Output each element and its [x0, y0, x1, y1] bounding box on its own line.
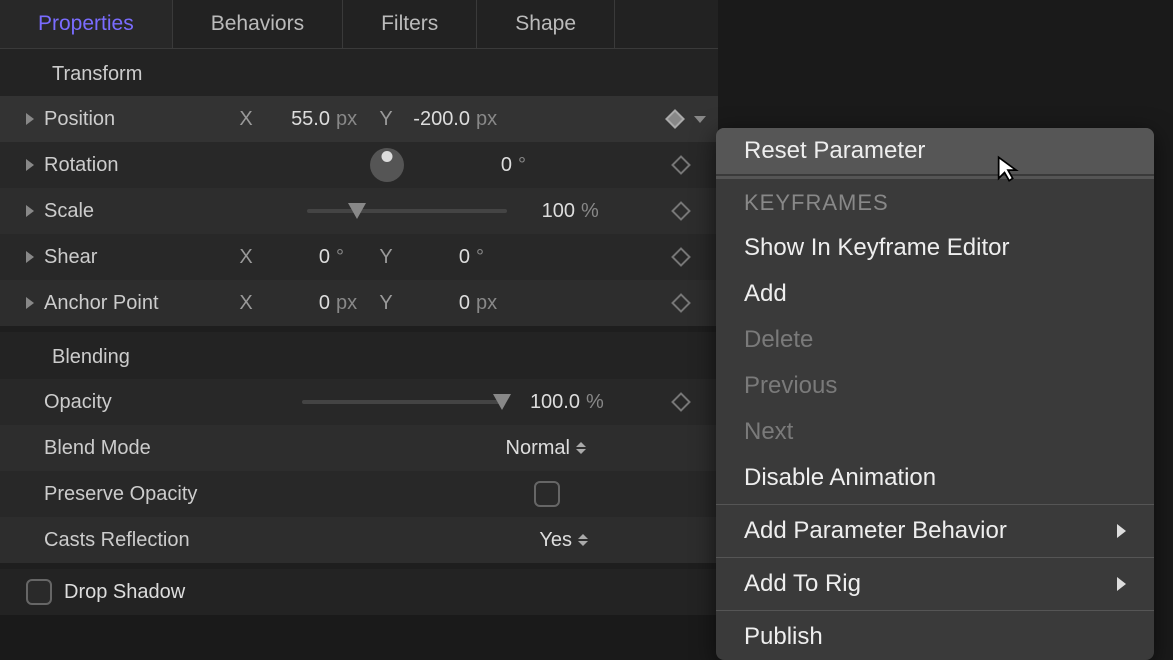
submenu-arrow-icon: [1117, 524, 1126, 538]
param-label-dropshadow: Drop Shadow: [64, 581, 185, 604]
drop-shadow-checkbox[interactable]: [26, 579, 52, 605]
opacity-unit: %: [580, 391, 614, 414]
opacity-value[interactable]: 100.0: [510, 391, 580, 414]
axis-y-label: Y: [374, 246, 398, 269]
keyframe-diamond-icon[interactable]: [671, 155, 691, 175]
param-label-rotation: Rotation: [44, 154, 234, 177]
chevron-down-icon[interactable]: [694, 116, 706, 123]
disclosure-icon[interactable]: [26, 113, 34, 125]
tab-behaviors[interactable]: Behaviors: [173, 0, 343, 48]
tab-bar: Properties Behaviors Filters Shape: [0, 0, 718, 49]
axis-x-label: X: [234, 292, 258, 315]
context-menu: Reset Parameter KEYFRAMES Show In Keyfra…: [716, 128, 1154, 660]
tab-shape[interactable]: Shape: [477, 0, 615, 48]
disclosure-icon[interactable]: [26, 159, 34, 171]
position-x-unit: px: [330, 108, 364, 131]
param-anchor-row[interactable]: Anchor Point X 0 px Y 0 px: [0, 280, 718, 326]
position-x-value[interactable]: 55.0: [258, 108, 330, 131]
param-label-casts: Casts Reflection: [44, 529, 304, 552]
menu-header-keyframes: KEYFRAMES: [716, 181, 1154, 225]
keyframe-diamond-icon[interactable]: [671, 201, 691, 221]
tab-filters[interactable]: Filters: [343, 0, 477, 48]
tab-properties[interactable]: Properties: [0, 0, 173, 48]
keyframe-diamond-icon[interactable]: [671, 293, 691, 313]
menu-add-to-rig[interactable]: Add To Rig: [716, 561, 1154, 607]
param-label-blendmode: Blend Mode: [44, 437, 234, 460]
menu-publish[interactable]: Publish: [716, 614, 1154, 660]
anchor-x-unit: px: [330, 292, 364, 315]
select-arrows-icon[interactable]: [576, 442, 586, 454]
menu-separator: [716, 557, 1154, 558]
keyframe-diamond-icon[interactable]: [671, 392, 691, 412]
menu-next-keyframe: Next: [716, 409, 1154, 455]
param-preserve-row[interactable]: Preserve Opacity: [0, 471, 718, 517]
param-opacity-row[interactable]: Opacity 100.0 %: [0, 379, 718, 425]
menu-separator: [716, 176, 1154, 179]
axis-x-label: X: [234, 246, 258, 269]
disclosure-icon[interactable]: [26, 251, 34, 263]
param-label-anchor: Anchor Point: [44, 292, 234, 315]
param-casts-row[interactable]: Casts Reflection Yes: [0, 517, 718, 563]
param-position-row[interactable]: Position X 55.0 px Y -200.0 px: [0, 96, 718, 142]
inspector-panel: Properties Behaviors Filters Shape Trans…: [0, 0, 718, 615]
param-dropshadow-row[interactable]: Drop Shadow: [0, 569, 718, 615]
preserve-opacity-checkbox[interactable]: [534, 481, 560, 507]
position-y-value[interactable]: -200.0: [398, 108, 470, 131]
axis-y-label: Y: [374, 292, 398, 315]
menu-add-keyframe[interactable]: Add: [716, 271, 1154, 317]
axis-y-label: Y: [374, 108, 398, 131]
keyframe-diamond-icon[interactable]: [671, 247, 691, 267]
param-label-scale: Scale: [44, 200, 234, 223]
rotation-dial[interactable]: [370, 148, 404, 182]
menu-previous-keyframe: Previous: [716, 363, 1154, 409]
keyframe-diamond-icon[interactable]: [665, 109, 685, 129]
param-shear-row[interactable]: Shear X 0 ° Y 0 °: [0, 234, 718, 280]
menu-show-keyframe-editor[interactable]: Show In Keyframe Editor: [716, 225, 1154, 271]
param-label-shear: Shear: [44, 246, 234, 269]
scale-value[interactable]: 100: [515, 200, 575, 223]
anchor-x-value[interactable]: 0: [258, 292, 330, 315]
shear-x-value[interactable]: 0: [258, 246, 330, 269]
param-label-opacity: Opacity: [44, 391, 234, 414]
param-scale-row[interactable]: Scale 100 %: [0, 188, 718, 234]
section-transform-header: Transform: [0, 49, 718, 96]
casts-value[interactable]: Yes: [539, 529, 572, 552]
scale-slider[interactable]: [307, 209, 507, 213]
param-rotation-row[interactable]: Rotation 0 °: [0, 142, 718, 188]
axis-x-label: X: [234, 108, 258, 131]
submenu-arrow-icon: [1117, 577, 1126, 591]
param-label-preserve: Preserve Opacity: [44, 483, 304, 506]
opacity-slider[interactable]: [302, 400, 502, 404]
rotation-value[interactable]: 0: [412, 154, 512, 177]
position-y-unit: px: [470, 108, 504, 131]
rotation-unit: °: [512, 154, 546, 177]
disclosure-icon[interactable]: [26, 205, 34, 217]
section-blending-header: Blending: [0, 332, 718, 379]
menu-disable-animation[interactable]: Disable Animation: [716, 455, 1154, 501]
anchor-y-unit: px: [470, 292, 504, 315]
param-label-position: Position: [44, 108, 234, 131]
cursor-pointer-icon: [994, 155, 1022, 183]
param-blendmode-row[interactable]: Blend Mode Normal: [0, 425, 718, 471]
shear-y-value[interactable]: 0: [398, 246, 470, 269]
menu-add-parameter-behavior[interactable]: Add Parameter Behavior: [716, 508, 1154, 554]
select-arrows-icon[interactable]: [578, 534, 588, 546]
menu-delete-keyframe: Delete: [716, 317, 1154, 363]
shear-x-unit: °: [330, 246, 364, 269]
menu-separator: [716, 610, 1154, 611]
anchor-y-value[interactable]: 0: [398, 292, 470, 315]
disclosure-icon[interactable]: [26, 297, 34, 309]
blendmode-value[interactable]: Normal: [506, 437, 570, 460]
menu-reset-parameter[interactable]: Reset Parameter: [716, 128, 1154, 174]
shear-y-unit: °: [470, 246, 504, 269]
scale-unit: %: [575, 200, 609, 223]
menu-separator: [716, 504, 1154, 505]
